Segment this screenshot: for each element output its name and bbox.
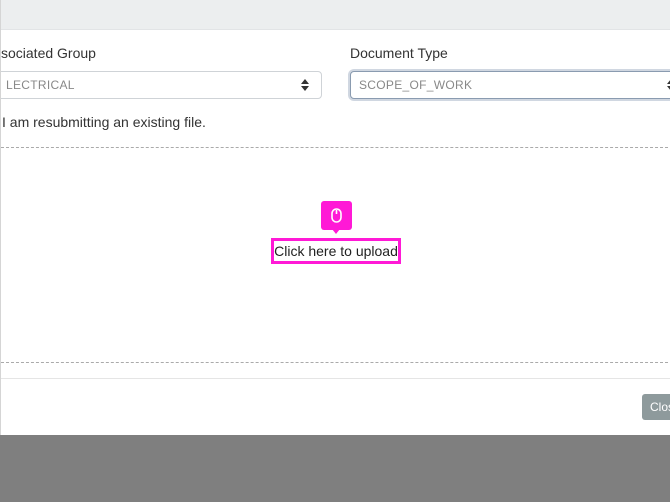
associated-group-select[interactable]: LECTRICAL bbox=[1, 71, 322, 99]
footer-divider bbox=[1, 378, 670, 379]
select-caret-icon bbox=[301, 79, 309, 91]
upload-link[interactable]: Click here to upload bbox=[271, 238, 401, 264]
document-type-value: SCOPE_OF_WORK bbox=[359, 78, 473, 92]
mouse-icon bbox=[331, 208, 342, 223]
upload-modal: sociated Group LECTRICAL Document Type S… bbox=[0, 0, 670, 435]
associated-group-value: LECTRICAL bbox=[6, 78, 75, 92]
modal-header-bar bbox=[1, 0, 670, 30]
click-indicator bbox=[321, 201, 352, 234]
associated-group-label: sociated Group bbox=[1, 45, 96, 61]
close-button[interactable]: Clos bbox=[642, 394, 670, 420]
resubmit-checkbox-label[interactable]: I am resubmitting an existing file. bbox=[2, 114, 206, 130]
modal-backdrop bbox=[0, 435, 670, 502]
document-type-label: Document Type bbox=[350, 45, 448, 61]
document-type-select[interactable]: SCOPE_OF_WORK bbox=[350, 71, 670, 99]
